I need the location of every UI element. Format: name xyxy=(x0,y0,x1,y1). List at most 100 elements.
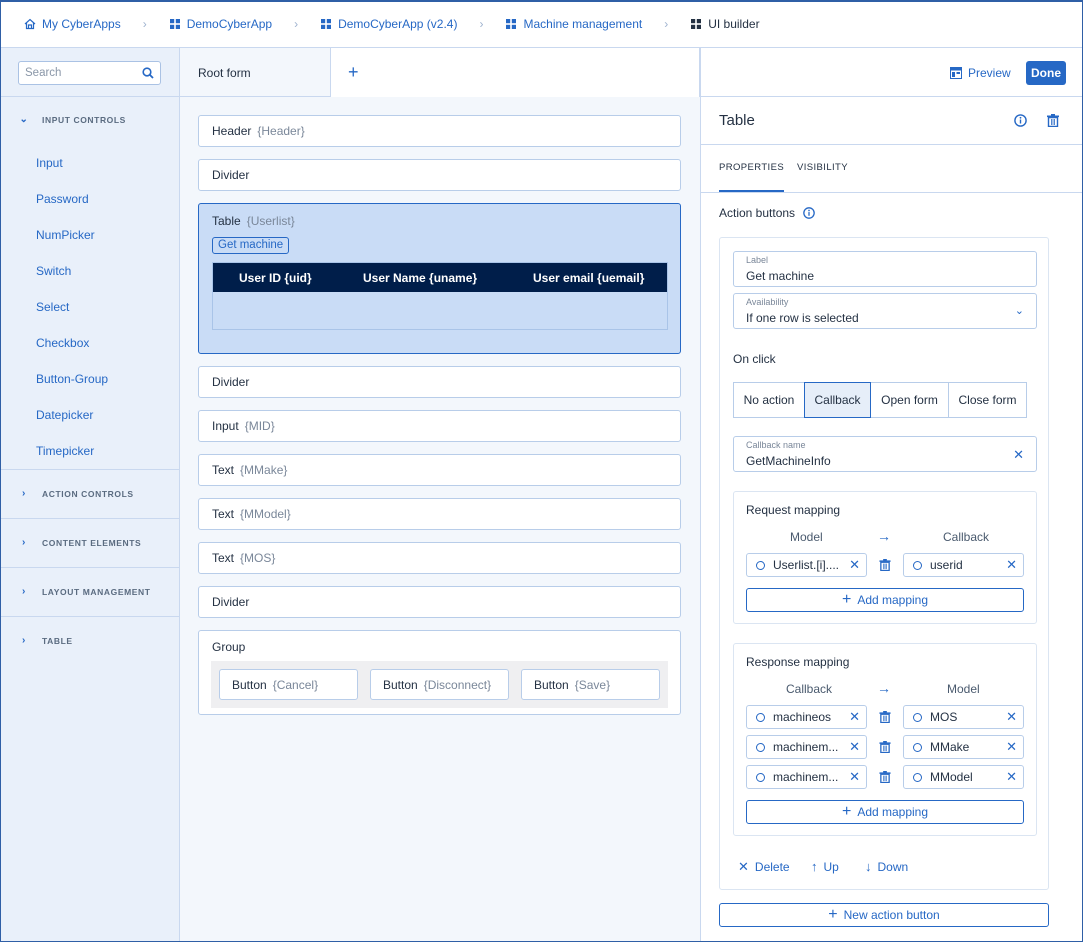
group-container: Button {Cancel} Button {Disconnect} Button… xyxy=(211,661,668,708)
block-header[interactable]: Header {Header} xyxy=(198,115,681,147)
chevron-down-icon: ⌄ xyxy=(1014,305,1024,317)
delete-action-button[interactable]: ✕ Delete xyxy=(738,859,790,875)
block-divider[interactable]: Divider xyxy=(198,586,681,618)
trash-icon[interactable] xyxy=(879,711,891,723)
remove-icon[interactable]: ✕ xyxy=(849,557,860,573)
mapping-target[interactable]: MOS ✕ xyxy=(903,705,1024,729)
circle-icon xyxy=(913,772,922,782)
section-content-elements[interactable]: › CONTENT ELEMENTS xyxy=(0,537,179,548)
circle-icon xyxy=(913,560,922,570)
remove-icon[interactable]: ✕ xyxy=(849,739,860,755)
sidebar-item-numpicker[interactable]: NumPicker xyxy=(36,228,95,242)
tab-properties[interactable]: PROPERTIES xyxy=(719,162,785,192)
done-button[interactable]: Done xyxy=(1026,61,1066,85)
breadcrumb-machine-management[interactable]: Machine management xyxy=(505,17,642,31)
block-table-selected[interactable]: Table {Userlist} Get machine User ID {uid… xyxy=(198,203,681,354)
block-button-cancel[interactable]: Button {Cancel} xyxy=(219,669,358,700)
preview-button[interactable]: Preview xyxy=(950,66,1011,80)
option-no-action[interactable]: No action xyxy=(733,382,805,418)
sidebar-item-select[interactable]: Select xyxy=(36,300,69,314)
remove-icon[interactable]: ✕ xyxy=(1006,769,1017,785)
chevron-right-icon: › xyxy=(142,16,147,31)
panel-header: Table xyxy=(701,97,1083,145)
block-type: Divider xyxy=(212,375,250,389)
block-input[interactable]: Input {MID} xyxy=(198,410,681,442)
add-response-mapping-button[interactable]: + Add mapping xyxy=(746,800,1024,824)
trash-icon[interactable] xyxy=(879,741,891,753)
mapping-source[interactable]: machineos ✕ xyxy=(746,705,867,729)
sidebar-item-input[interactable]: Input xyxy=(36,156,63,170)
on-click-segmented: No action Callback Open form Close form xyxy=(733,382,1027,418)
sidebar-item-datepicker[interactable]: Datepicker xyxy=(36,408,93,422)
remove-icon[interactable]: ✕ xyxy=(849,709,860,725)
trash-icon[interactable] xyxy=(1047,114,1059,127)
remove-icon[interactable]: ✕ xyxy=(1006,557,1017,573)
block-divider[interactable]: Divider xyxy=(198,159,681,191)
mapping-target[interactable]: MMake ✕ xyxy=(903,735,1024,759)
mapping-source[interactable]: Userlist.[i].... ✕ xyxy=(746,553,867,577)
column-header: Callback xyxy=(943,530,990,544)
search-input[interactable]: Search xyxy=(18,61,161,85)
block-type: Button xyxy=(232,677,267,692)
callback-name-field[interactable]: Callback name GetMachineInfo ✕ xyxy=(733,436,1037,472)
mapping-source[interactable]: machinem... ✕ xyxy=(746,765,867,789)
option-open-form[interactable]: Open form xyxy=(870,382,949,418)
info-icon[interactable] xyxy=(803,207,815,219)
move-down-button[interactable]: ↓ Down xyxy=(865,859,908,874)
plus-icon: + xyxy=(841,591,852,608)
table-preview: User ID {uid} User Name {uname} User ema… xyxy=(212,262,668,330)
availability-select[interactable]: Availability If one row is selected ⌄ xyxy=(733,293,1037,329)
section-table[interactable]: › TABLE xyxy=(0,635,179,646)
remove-icon[interactable]: ✕ xyxy=(1006,739,1017,755)
add-request-mapping-button[interactable]: + Add mapping xyxy=(746,588,1024,612)
section-action-controls[interactable]: › ACTION CONTROLS xyxy=(0,488,179,499)
tab-root-form[interactable]: Root form xyxy=(180,48,331,97)
table-action-button[interactable]: Get machine xyxy=(212,237,290,254)
mapping-value: machinem... xyxy=(773,770,839,784)
breadcrumb-democyberapp-version[interactable]: DemoCyberApp (v2.4) xyxy=(320,17,457,31)
plus-icon[interactable]: + xyxy=(348,62,359,83)
info-icon[interactable] xyxy=(1014,114,1027,127)
panel-toolbar: Preview Done xyxy=(701,48,1083,97)
block-type: Text xyxy=(212,463,235,477)
mapping-source[interactable]: machinem... ✕ xyxy=(746,735,867,759)
block-divider[interactable]: Divider xyxy=(198,366,681,398)
trash-icon[interactable] xyxy=(879,771,891,783)
sidebar-item-checkbox[interactable]: Checkbox xyxy=(36,336,89,350)
block-group[interactable]: Group Button {Cancel} Button {Disconnect} … xyxy=(198,630,681,715)
remove-icon[interactable]: ✕ xyxy=(1006,709,1017,725)
chevron-down-icon: ⌄ xyxy=(19,114,29,125)
home-icon xyxy=(24,18,36,29)
grid-icon xyxy=(691,18,702,29)
mapping-target[interactable]: userid ✕ xyxy=(903,553,1024,577)
block-text[interactable]: Text {MModel} xyxy=(198,498,681,530)
block-binding: {MID} xyxy=(244,419,275,433)
block-type: Divider xyxy=(212,595,250,609)
section-input-controls[interactable]: ⌄ INPUT CONTROLS xyxy=(0,114,179,125)
sidebar-item-password[interactable]: Password xyxy=(36,192,89,206)
sidebar-item-button-group[interactable]: Button-Group xyxy=(36,372,108,386)
section-label: INPUT CONTROLS xyxy=(42,114,126,125)
option-callback[interactable]: Callback xyxy=(804,382,871,418)
block-text[interactable]: Text {MOS} xyxy=(198,542,681,574)
section-layout-management[interactable]: › LAYOUT MANAGEMENT xyxy=(0,586,179,597)
block-text[interactable]: Text {MMake} xyxy=(198,454,681,486)
trash-icon[interactable] xyxy=(879,559,891,571)
sidebar-item-switch[interactable]: Switch xyxy=(36,264,71,278)
breadcrumb-my-cyberapps[interactable]: My CyberApps xyxy=(24,17,121,31)
move-up-button[interactable]: ↑ Up xyxy=(811,859,839,874)
chevron-right-icon: › xyxy=(22,537,26,548)
clear-icon[interactable]: ✕ xyxy=(1013,447,1024,463)
sidebar-item-timepicker[interactable]: Timepicker xyxy=(36,444,94,458)
block-button-disconnect[interactable]: Button {Disconnect} xyxy=(370,669,509,700)
mapping-target[interactable]: MModel ✕ xyxy=(903,765,1024,789)
block-button-save[interactable]: Button {Save} xyxy=(521,669,660,700)
breadcrumb-democyberapp[interactable]: DemoCyberApp xyxy=(169,17,272,31)
search-icon[interactable] xyxy=(142,67,154,79)
mapping-value: Userlist.[i].... xyxy=(773,558,840,572)
tab-visibility[interactable]: VISIBILITY xyxy=(797,162,848,173)
option-close-form[interactable]: Close form xyxy=(948,382,1027,418)
label-field[interactable]: Label Get machine xyxy=(733,251,1037,287)
remove-icon[interactable]: ✕ xyxy=(849,769,860,785)
new-action-button[interactable]: + New action button xyxy=(719,903,1049,927)
